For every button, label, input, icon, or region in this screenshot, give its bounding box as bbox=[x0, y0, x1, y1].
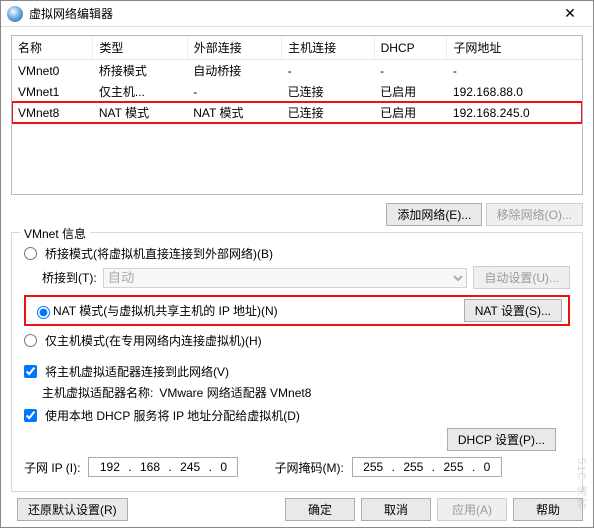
radio-hostonly-label: 仅主机模式(在专用网络内连接虚拟机)(H) bbox=[45, 332, 262, 349]
dhcp-settings-button[interactable]: DHCP 设置(P)... bbox=[447, 428, 556, 451]
add-network-button[interactable]: 添加网络(E)... bbox=[386, 203, 482, 226]
restore-defaults-button[interactable]: 还原默认设置(R) bbox=[17, 498, 128, 521]
ok-button[interactable]: 确定 bbox=[285, 498, 355, 521]
col-header[interactable]: DHCP bbox=[374, 36, 447, 60]
col-header[interactable]: 类型 bbox=[93, 36, 187, 60]
subnet-ip-label: 子网 IP (I): bbox=[24, 459, 80, 476]
chk-dhcp[interactable] bbox=[24, 409, 37, 422]
vmnet-info-group: VMnet 信息 桥接模式(将虚拟机直接连接到外部网络)(B) 桥接到(T): … bbox=[11, 232, 583, 492]
radio-hostonly[interactable] bbox=[24, 334, 37, 347]
nat-mode-row: NAT 模式(与虚拟机共享主机的 IP 地址)(N) NAT 设置(S)... bbox=[24, 295, 570, 326]
adapter-name: VMware 网络适配器 VMnet8 bbox=[159, 384, 311, 401]
radio-bridge-label: 桥接模式(将虚拟机直接连接到外部网络)(B) bbox=[45, 245, 273, 262]
subnet-ip-input[interactable]: 192.168.245.0 bbox=[88, 457, 238, 477]
app-icon bbox=[7, 6, 23, 22]
nat-settings-button[interactable]: NAT 设置(S)... bbox=[464, 299, 562, 322]
chk-connect-host[interactable] bbox=[24, 365, 37, 378]
col-header[interactable]: 子网地址 bbox=[447, 36, 582, 60]
chk-connect-host-label: 将主机虚拟适配器连接到此网络(V) bbox=[45, 363, 229, 380]
chk-dhcp-label: 使用本地 DHCP 服务将 IP 地址分配给虚拟机(D) bbox=[45, 407, 300, 424]
table-row[interactable]: VMnet0桥接模式自动桥接--- bbox=[12, 60, 582, 82]
apply-button: 应用(A) bbox=[437, 498, 507, 521]
window-title: 虚拟网络编辑器 bbox=[29, 5, 553, 22]
radio-nat-label: NAT 模式(与虚拟机共享主机的 IP 地址)(N) bbox=[53, 302, 278, 319]
col-header[interactable]: 主机连接 bbox=[282, 36, 375, 60]
bridge-to-select: 自动 bbox=[103, 268, 468, 288]
remove-network-button: 移除网络(O)... bbox=[486, 203, 583, 226]
bridge-to-label: 桥接到(T): bbox=[42, 269, 97, 286]
adapter-prefix: 主机虚拟适配器名称: bbox=[42, 384, 153, 401]
close-icon[interactable]: ✕ bbox=[553, 5, 587, 22]
help-button[interactable]: 帮助 bbox=[513, 498, 583, 521]
subnet-mask-label: 子网掩码(M): bbox=[274, 459, 343, 476]
col-header[interactable]: 外部连接 bbox=[187, 36, 281, 60]
col-header[interactable]: 名称 bbox=[12, 36, 93, 60]
radio-bridge[interactable] bbox=[24, 247, 37, 260]
group-title: VMnet 信息 bbox=[20, 225, 90, 242]
auto-config-button: 自动设置(U)... bbox=[473, 266, 570, 289]
subnet-mask-input[interactable]: 255.255.255.0 bbox=[352, 457, 502, 477]
table-row[interactable]: VMnet1仅主机...-已连接已启用192.168.88.0 bbox=[12, 81, 582, 102]
network-table[interactable]: 名称类型外部连接主机连接DHCP子网地址 VMnet0桥接模式自动桥接---VM… bbox=[11, 35, 583, 195]
radio-nat[interactable] bbox=[37, 306, 50, 319]
cancel-button[interactable]: 取消 bbox=[361, 498, 431, 521]
table-row[interactable]: VMnet8NAT 模式NAT 模式已连接已启用192.168.245.0 bbox=[12, 102, 582, 123]
